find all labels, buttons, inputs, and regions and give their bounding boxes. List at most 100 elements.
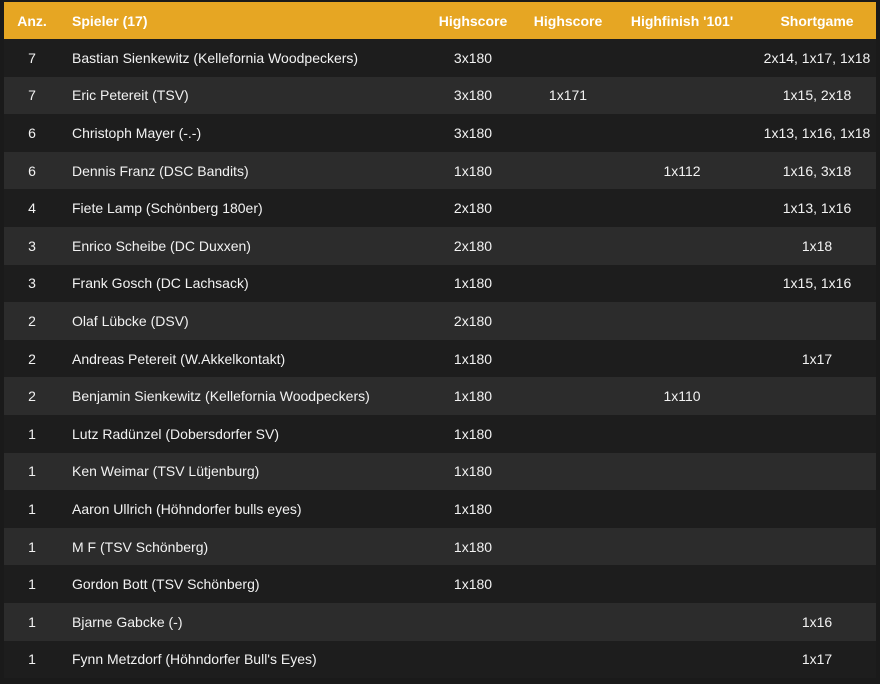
cell-highscore-2 [530, 339, 606, 378]
cell-shortgame [758, 377, 876, 415]
table-row: 1 Gordon Bott (TSV Schönberg) 1x180 [4, 565, 876, 603]
cell-player: Bastian Sienkewitz (Kellefornia Woodpeck… [60, 39, 416, 77]
cell-highscore-1 [416, 602, 530, 641]
cell-shortgame: 1x13, 1x16, 1x18 [758, 114, 876, 152]
cell-highscore-2 [530, 527, 606, 566]
cell-shortgame: 1x13, 1x16 [758, 189, 876, 227]
cell-shortgame: 1x16 [758, 602, 876, 641]
cell-highfinish [606, 189, 758, 227]
cell-highscore-1: 1x180 [416, 490, 530, 528]
header-anz[interactable]: Anz. [4, 2, 60, 39]
cell-highscore-2 [530, 114, 606, 152]
table-row: 1 Bjarne Gabcke (-) 1x16 [4, 602, 876, 641]
cell-anz: 7 [4, 76, 60, 115]
table-row: 6 Dennis Franz (DSC Bandits) 1x180 1x112 1x1… [4, 151, 876, 190]
table-header: Anz. Spieler (17) Highscore Highscore Hi… [4, 2, 876, 39]
cell-highfinish [606, 602, 758, 641]
cell-highscore-2 [530, 151, 606, 190]
cell-anz: 7 [4, 39, 60, 77]
cell-anz: 1 [4, 414, 60, 453]
cell-shortgame: 1x18 [758, 226, 876, 265]
cell-highscore-1 [416, 640, 530, 679]
cell-player: Frank Gosch (DC Lachsack) [60, 264, 416, 303]
cell-highscore-1: 2x180 [416, 302, 530, 340]
cell-anz: 1 [4, 527, 60, 566]
cell-highfinish [606, 114, 758, 152]
cell-shortgame [758, 302, 876, 340]
cell-highfinish [606, 302, 758, 340]
cell-highscore-1: 1x180 [416, 565, 530, 603]
cell-highscore-1: 1x180 [416, 527, 530, 566]
cell-highscore-2: 1x171 [530, 76, 606, 115]
cell-highscore-2 [530, 565, 606, 603]
cell-anz: 3 [4, 264, 60, 303]
cell-highscore-1: 1x180 [416, 339, 530, 378]
cell-highfinish [606, 452, 758, 491]
cell-highscore-2 [530, 490, 606, 528]
cell-highscore-1: 1x180 [416, 414, 530, 453]
cell-player: Benjamin Sienkewitz (Kellefornia Woodpec… [60, 377, 416, 415]
table-row: 7 Bastian Sienkewitz (Kellefornia Woodpec… [4, 39, 876, 77]
cell-shortgame: 1x17 [758, 339, 876, 378]
cell-anz: 1 [4, 452, 60, 491]
header-highscore-2[interactable]: Highscore [530, 2, 606, 39]
cell-shortgame: 1x17 [758, 640, 876, 679]
cell-highscore-1: 2x180 [416, 189, 530, 227]
cell-highscore-2 [530, 452, 606, 491]
cell-shortgame: 1x16, 3x18 [758, 151, 876, 190]
header-player[interactable]: Spieler (17) [60, 2, 416, 39]
cell-player: Enrico Scheibe (DC Duxxen) [60, 226, 416, 265]
cell-highfinish [606, 490, 758, 528]
cell-player: M F (TSV Schönberg) [60, 527, 416, 566]
cell-highscore-1: 3x180 [416, 76, 530, 115]
cell-player: Gordon Bott (TSV Schönberg) [60, 565, 416, 603]
cell-highscore-1: 1x180 [416, 377, 530, 415]
table-row: 3 Enrico Scheibe (DC Duxxen) 2x180 1x18 [4, 226, 876, 265]
cell-anz: 2 [4, 377, 60, 415]
table-row: 1M F (TSV Schönberg) 1x180 [4, 527, 876, 566]
cell-highscore-2 [530, 189, 606, 227]
cell-highscore-2 [530, 264, 606, 303]
cell-highscore-2 [530, 414, 606, 453]
cell-player: Andreas Petereit (W.Akkelkontakt) [60, 339, 416, 378]
cell-highscore-1: 1x180 [416, 264, 530, 303]
cell-highfinish: 1x110 [606, 377, 758, 415]
cell-anz: 2 [4, 302, 60, 340]
cell-shortgame [758, 414, 876, 453]
table-row: 2 Benjamin Sienkewitz (Kellefornia Woodpe… [4, 377, 876, 415]
header-shortgame[interactable]: Shortgame [758, 2, 876, 39]
cell-anz: 1 [4, 490, 60, 528]
cell-highscore-1: 1x180 [416, 452, 530, 491]
table-row: 6 Christoph Mayer (-.-) 3x180 1x13, 1x16, 1… [4, 114, 876, 152]
cell-player: Eric Petereit (TSV) [60, 76, 416, 115]
cell-shortgame [758, 565, 876, 603]
header-highfinish[interactable]: Highfinish '101' [606, 2, 758, 39]
cell-shortgame [758, 527, 876, 566]
cell-highfinish [606, 226, 758, 265]
cell-anz: 2 [4, 339, 60, 378]
cell-highfinish [606, 339, 758, 378]
cell-highscore-1: 2x180 [416, 226, 530, 265]
cell-anz: 4 [4, 189, 60, 227]
cell-anz: 3 [4, 226, 60, 265]
table-row: 1 Aaron Ullrich (Höhndorfer bulls eyes) 1x… [4, 490, 876, 528]
cell-highfinish: 1x112 [606, 151, 758, 190]
cell-highfinish [606, 76, 758, 115]
cell-player: Lutz Radünzel (Dobersdorfer SV) [60, 414, 416, 453]
cell-highfinish [606, 640, 758, 679]
cell-player: Olaf Lübcke (DSV) [60, 302, 416, 340]
cell-anz: 1 [4, 640, 60, 679]
header-row: Anz. Spieler (17) Highscore Highscore Hi… [4, 2, 876, 39]
cell-shortgame [758, 452, 876, 491]
cell-highscore-2 [530, 226, 606, 265]
table-row: 3 Frank Gosch (DC Lachsack) 1x180 1x15, 1x1… [4, 264, 876, 303]
cell-player: Fiete Lamp (Schönberg 180er) [60, 189, 416, 227]
cell-player: Christoph Mayer (-.-) [60, 114, 416, 152]
table-row: 1 Fynn Metzdorf (Höhndorfer Bull's Eyes) 1… [4, 640, 876, 679]
cell-highfinish [606, 565, 758, 603]
table-row: 2 Andreas Petereit (W.Akkelkontakt) 1x180 1… [4, 339, 876, 378]
cell-shortgame: 2x14, 1x17, 1x18 [758, 39, 876, 77]
cell-highscore-2 [530, 377, 606, 415]
header-highscore-1[interactable]: Highscore [416, 2, 530, 39]
table-row: 1 Lutz Radünzel (Dobersdorfer SV) 1x180 [4, 414, 876, 453]
